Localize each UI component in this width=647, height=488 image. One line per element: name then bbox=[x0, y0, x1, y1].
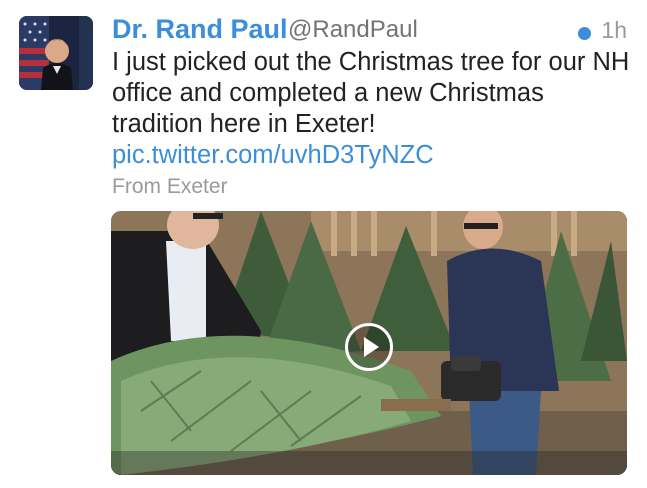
tweet-header: Dr. Rand Paul @RandPaul 1h bbox=[112, 14, 627, 50]
avatar-photo bbox=[19, 16, 93, 90]
tweet-text: I just picked out the Christmas tree for… bbox=[112, 47, 632, 171]
tweet-body: I just picked out the Christmas tree for… bbox=[112, 48, 630, 138]
timestamp: 1h bbox=[601, 17, 627, 43]
tweet-link[interactable]: pic.twitter.com/uvhD3TyNZC bbox=[112, 141, 434, 169]
author-handle[interactable]: @RandPaul bbox=[288, 16, 418, 44]
dot-icon bbox=[578, 27, 591, 40]
play-triangle bbox=[364, 337, 379, 357]
tweet-location[interactable]: From Exeter bbox=[112, 175, 228, 199]
play-icon[interactable] bbox=[345, 323, 393, 371]
author-name[interactable]: Dr. Rand Paul bbox=[112, 14, 288, 45]
media-video[interactable] bbox=[111, 211, 627, 475]
avatar[interactable] bbox=[19, 16, 93, 90]
